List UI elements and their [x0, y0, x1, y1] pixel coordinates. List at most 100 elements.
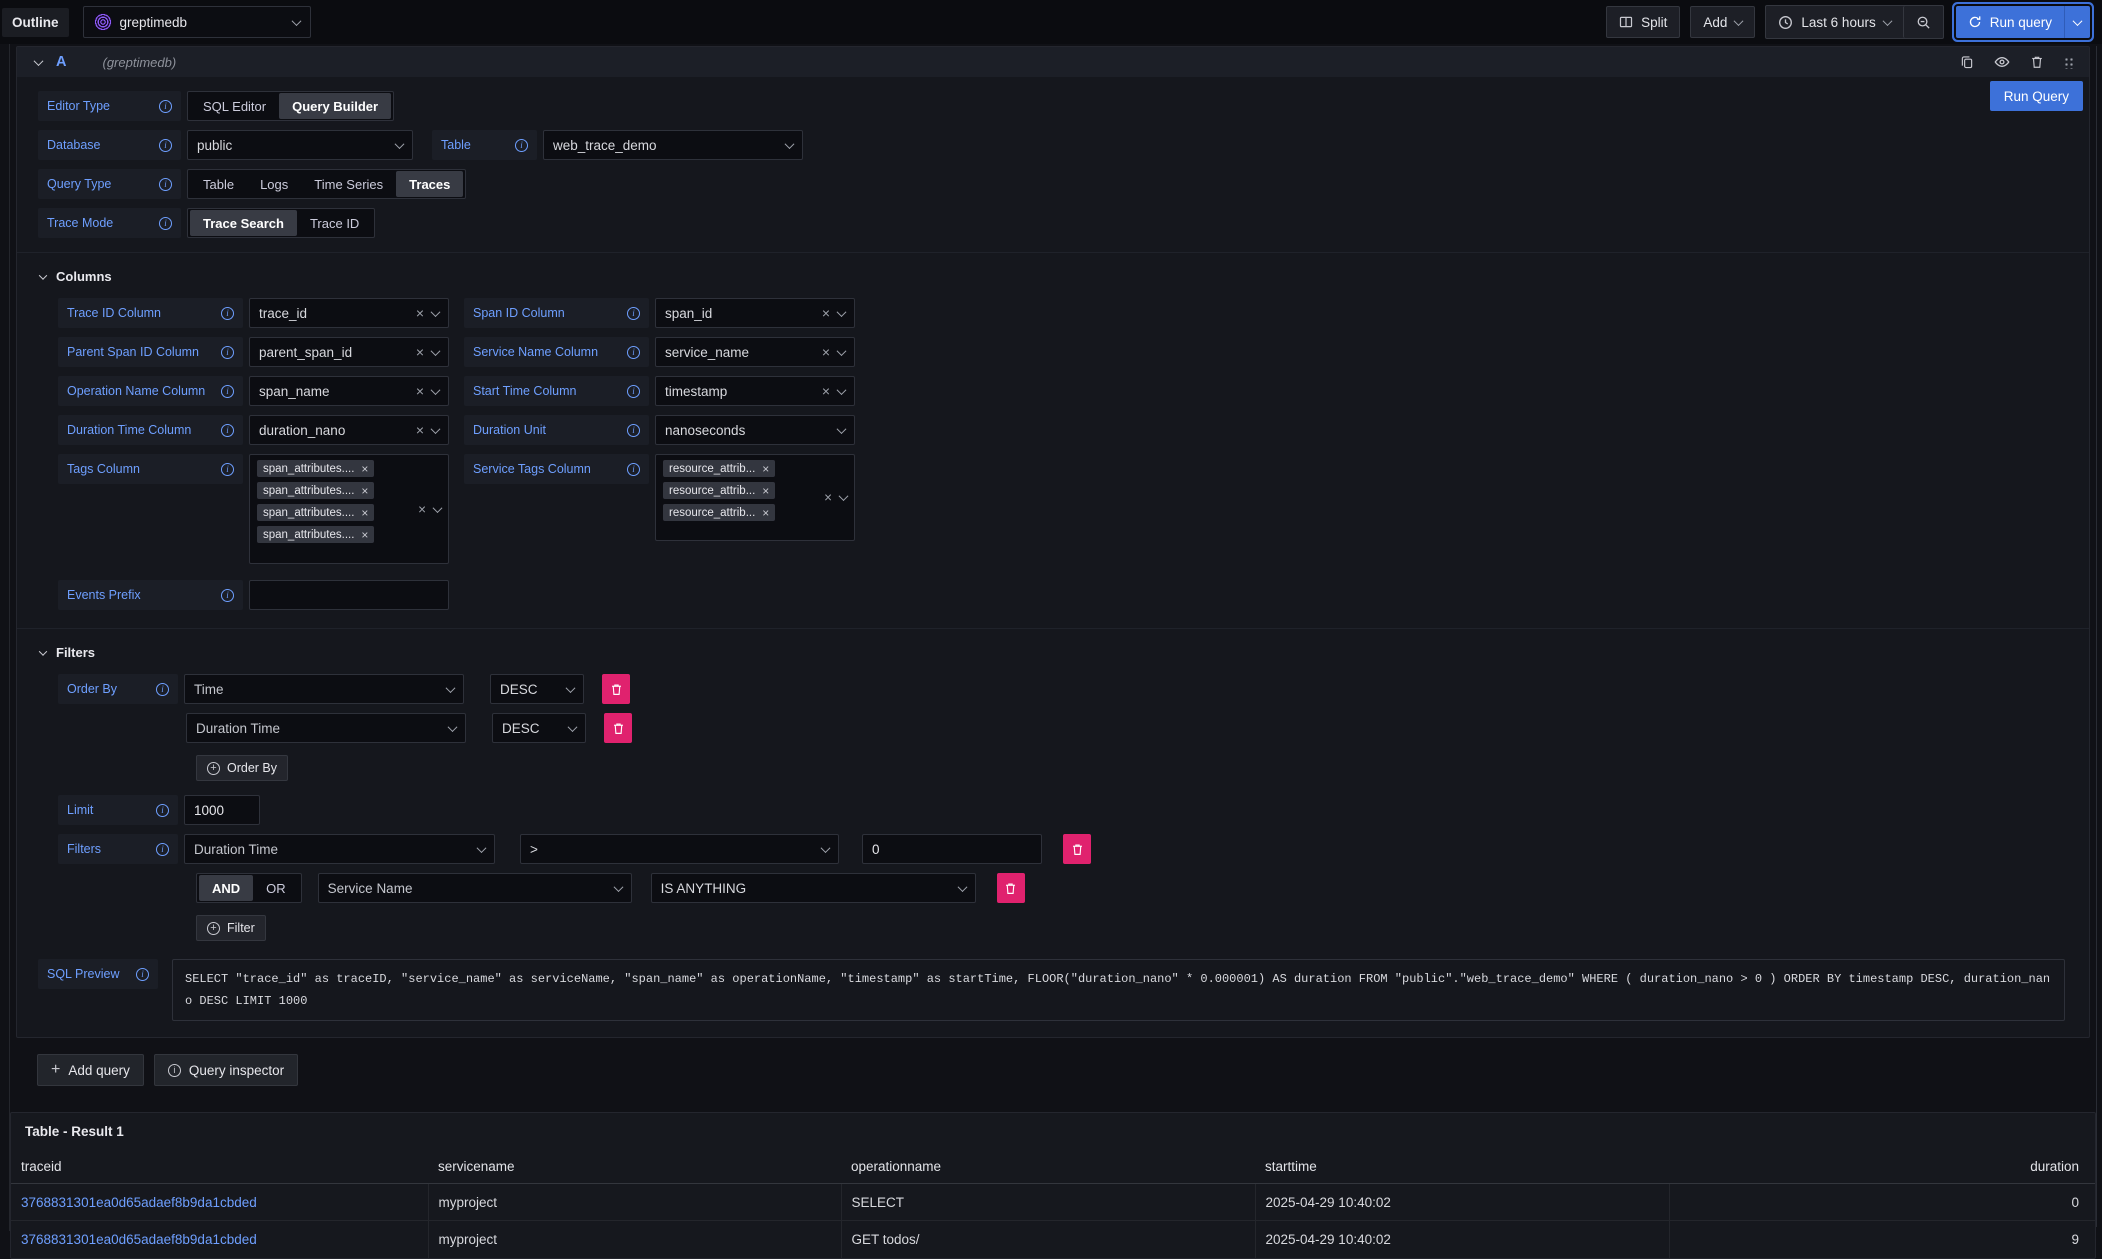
editor-type-option-query-builder[interactable]: Query Builder — [279, 93, 391, 119]
info-icon[interactable]: i — [515, 139, 528, 152]
service-tags-column-multiselect[interactable]: resource_attrib...× resource_attrib...× … — [655, 454, 855, 541]
database-select[interactable]: public — [187, 130, 413, 160]
trace-id-column-select[interactable]: trace_id × — [249, 298, 449, 328]
column-header-operationname[interactable]: operationname — [841, 1143, 1255, 1184]
info-icon[interactable]: i — [156, 683, 169, 696]
clear-icon[interactable]: × — [822, 306, 830, 320]
query-type-option-time-series[interactable]: Time Series — [301, 171, 396, 197]
tag-chip[interactable]: span_attributes....× — [257, 504, 374, 521]
service-tag-chip[interactable]: resource_attrib...× — [663, 460, 775, 477]
remove-filter-button[interactable] — [1063, 834, 1091, 864]
query-type-option-logs[interactable]: Logs — [247, 171, 301, 197]
hide-response-eye-icon[interactable] — [1994, 54, 2010, 70]
service-tag-chip[interactable]: resource_attrib...× — [663, 482, 775, 499]
remove-chip-icon[interactable]: × — [361, 484, 368, 498]
info-icon[interactable]: i — [221, 463, 234, 476]
column-header-servicename[interactable]: servicename — [428, 1143, 841, 1184]
info-icon[interactable]: i — [159, 100, 172, 113]
filter-operator-select[interactable]: > — [520, 834, 839, 864]
order-by-field-select[interactable]: Duration Time — [186, 713, 466, 743]
run-query-inline-button[interactable]: Run Query — [1990, 81, 2083, 111]
filter-value-input[interactable]: 0 — [862, 834, 1042, 864]
parent-span-id-column-select[interactable]: parent_span_id × — [249, 337, 449, 367]
order-by-direction-select[interactable]: DESC — [492, 713, 586, 743]
filter-field-select[interactable]: Service Name — [318, 873, 632, 903]
column-header-starttime[interactable]: starttime — [1255, 1143, 1669, 1184]
query-type-option-table[interactable]: Table — [190, 171, 247, 197]
tag-chip[interactable]: span_attributes....× — [257, 482, 374, 499]
zoom-out-button[interactable] — [1903, 6, 1943, 38]
remove-chip-icon[interactable]: × — [762, 506, 769, 520]
run-query-button[interactable]: Run query — [1956, 6, 2064, 38]
info-icon[interactable]: i — [627, 385, 640, 398]
info-icon[interactable]: i — [156, 804, 169, 817]
remove-order-by-button[interactable] — [604, 713, 632, 743]
service-name-column-select[interactable]: service_name × — [655, 337, 855, 367]
filter-operator-select[interactable]: IS ANYTHING — [651, 873, 976, 903]
add-query-button[interactable]: + Add query — [37, 1054, 144, 1086]
run-query-caret-button[interactable] — [2064, 6, 2090, 38]
datasource-picker[interactable]: greptimedb — [83, 6, 311, 38]
duplicate-query-icon[interactable] — [1960, 55, 1974, 69]
clear-icon[interactable]: × — [416, 423, 424, 437]
clear-icon[interactable]: × — [824, 490, 832, 505]
table-select[interactable]: web_trace_demo — [543, 130, 803, 160]
trace-mode-option-trace-id[interactable]: Trace ID — [297, 210, 372, 236]
info-icon[interactable]: i — [136, 968, 149, 981]
tags-column-multiselect[interactable]: span_attributes....× span_attributes....… — [249, 454, 449, 564]
limit-input[interactable]: 1000 — [184, 795, 260, 825]
outline-button[interactable]: Outline — [2, 8, 69, 37]
tag-chip[interactable]: span_attributes....× — [257, 460, 374, 477]
query-type-option-traces[interactable]: Traces — [396, 171, 463, 197]
info-icon[interactable]: i — [159, 217, 172, 230]
remove-chip-icon[interactable]: × — [361, 462, 368, 476]
remove-order-by-button[interactable] — [602, 674, 630, 704]
info-icon[interactable]: i — [627, 346, 640, 359]
scrollbar[interactable] — [2096, 46, 2097, 1227]
info-icon[interactable]: i — [221, 385, 234, 398]
tag-chip[interactable]: span_attributes....× — [257, 526, 374, 543]
filters-section-header[interactable]: Filters — [38, 629, 2075, 674]
info-icon[interactable]: i — [159, 139, 172, 152]
query-inspector-button[interactable]: i Query inspector — [154, 1054, 298, 1086]
span-id-column-select[interactable]: span_id × — [655, 298, 855, 328]
duration-time-column-select[interactable]: duration_nano × — [249, 415, 449, 445]
column-header-traceid[interactable]: traceid — [11, 1143, 428, 1184]
logic-option-and[interactable]: AND — [199, 875, 253, 901]
clear-icon[interactable]: × — [416, 384, 424, 398]
clear-icon[interactable]: × — [822, 345, 830, 359]
remove-chip-icon[interactable]: × — [762, 462, 769, 476]
order-by-direction-select[interactable]: DESC — [490, 674, 584, 704]
add-order-by-button[interactable]: + Order By — [196, 755, 288, 781]
add-filter-button[interactable]: + Filter — [196, 915, 266, 941]
info-icon[interactable]: i — [627, 424, 640, 437]
collapse-chevron-icon[interactable] — [34, 56, 44, 66]
info-icon[interactable]: i — [221, 307, 234, 320]
info-icon[interactable]: i — [156, 843, 169, 856]
info-icon[interactable]: i — [627, 463, 640, 476]
clear-icon[interactable]: × — [418, 502, 426, 517]
add-button[interactable]: Add — [1690, 6, 1755, 38]
trace-id-link[interactable]: 3768831301ea0d65adaef8b9da1cbded — [21, 1232, 257, 1247]
clear-icon[interactable]: × — [822, 384, 830, 398]
columns-section-header[interactable]: Columns — [38, 253, 2075, 298]
trace-mode-option-trace-search[interactable]: Trace Search — [190, 210, 297, 236]
events-prefix-input[interactable] — [249, 580, 449, 610]
duration-unit-select[interactable]: nanoseconds — [655, 415, 855, 445]
start-time-column-select[interactable]: timestamp × — [655, 376, 855, 406]
logic-option-or[interactable]: OR — [253, 875, 299, 901]
remove-chip-icon[interactable]: × — [762, 484, 769, 498]
service-tag-chip[interactable]: resource_attrib...× — [663, 504, 775, 521]
info-icon[interactable]: i — [159, 178, 172, 191]
order-by-field-select[interactable]: Time — [184, 674, 464, 704]
clear-icon[interactable]: × — [416, 306, 424, 320]
remove-chip-icon[interactable]: × — [361, 506, 368, 520]
drag-handle-icon[interactable] — [2064, 56, 2073, 69]
info-icon[interactable]: i — [221, 589, 234, 602]
column-header-duration[interactable]: duration — [1669, 1143, 2095, 1184]
clear-icon[interactable]: × — [416, 345, 424, 359]
editor-type-option-sql-editor[interactable]: SQL Editor — [190, 93, 279, 119]
time-range-button[interactable]: Last 6 hours — [1766, 6, 1902, 38]
query-row-header[interactable]: A (greptimedb) — [17, 47, 2089, 77]
remove-query-trash-icon[interactable] — [2030, 55, 2044, 69]
